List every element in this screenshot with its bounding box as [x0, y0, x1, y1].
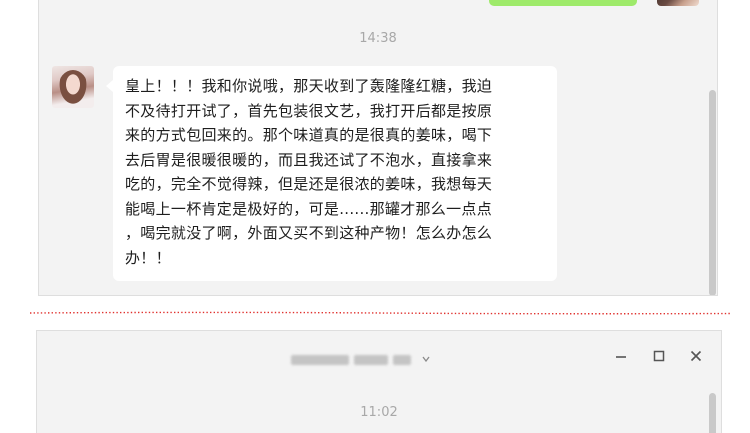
- message-timestamp: 11:02: [360, 405, 398, 420]
- minimize-button[interactable]: [610, 345, 632, 367]
- avatar-portrait: [58, 70, 88, 106]
- contact-avatar[interactable]: [52, 66, 94, 108]
- chat-window-bottom: 11:02: [36, 330, 722, 433]
- blurred-title-segment: [393, 355, 411, 365]
- scrollbar[interactable]: [709, 393, 716, 433]
- blurred-title-segment: [291, 355, 349, 365]
- separator-line: [30, 311, 730, 315]
- sent-message-bubble[interactable]: [489, 0, 637, 6]
- maximize-icon: [653, 350, 665, 362]
- chat-window-top: 14:38 皇上！！！我和你说哦，那天收到了轰隆隆红糖，我迫 不及待打开试了，首…: [38, 0, 718, 296]
- maximize-button[interactable]: [648, 345, 670, 367]
- close-button[interactable]: [685, 345, 707, 367]
- received-message-bubble[interactable]: 皇上！！！我和你说哦，那天收到了轰隆隆红糖，我迫 不及待打开试了，首先包装很文艺…: [106, 66, 557, 281]
- close-icon: [690, 350, 702, 362]
- scrollbar[interactable]: [709, 90, 716, 295]
- message-timestamp: 14:38: [359, 31, 397, 46]
- chevron-down-icon[interactable]: [422, 355, 430, 365]
- blurred-title-segment: [354, 355, 388, 365]
- minimize-icon: [616, 356, 626, 358]
- window-title[interactable]: [291, 351, 430, 369]
- self-avatar[interactable]: [657, 0, 699, 6]
